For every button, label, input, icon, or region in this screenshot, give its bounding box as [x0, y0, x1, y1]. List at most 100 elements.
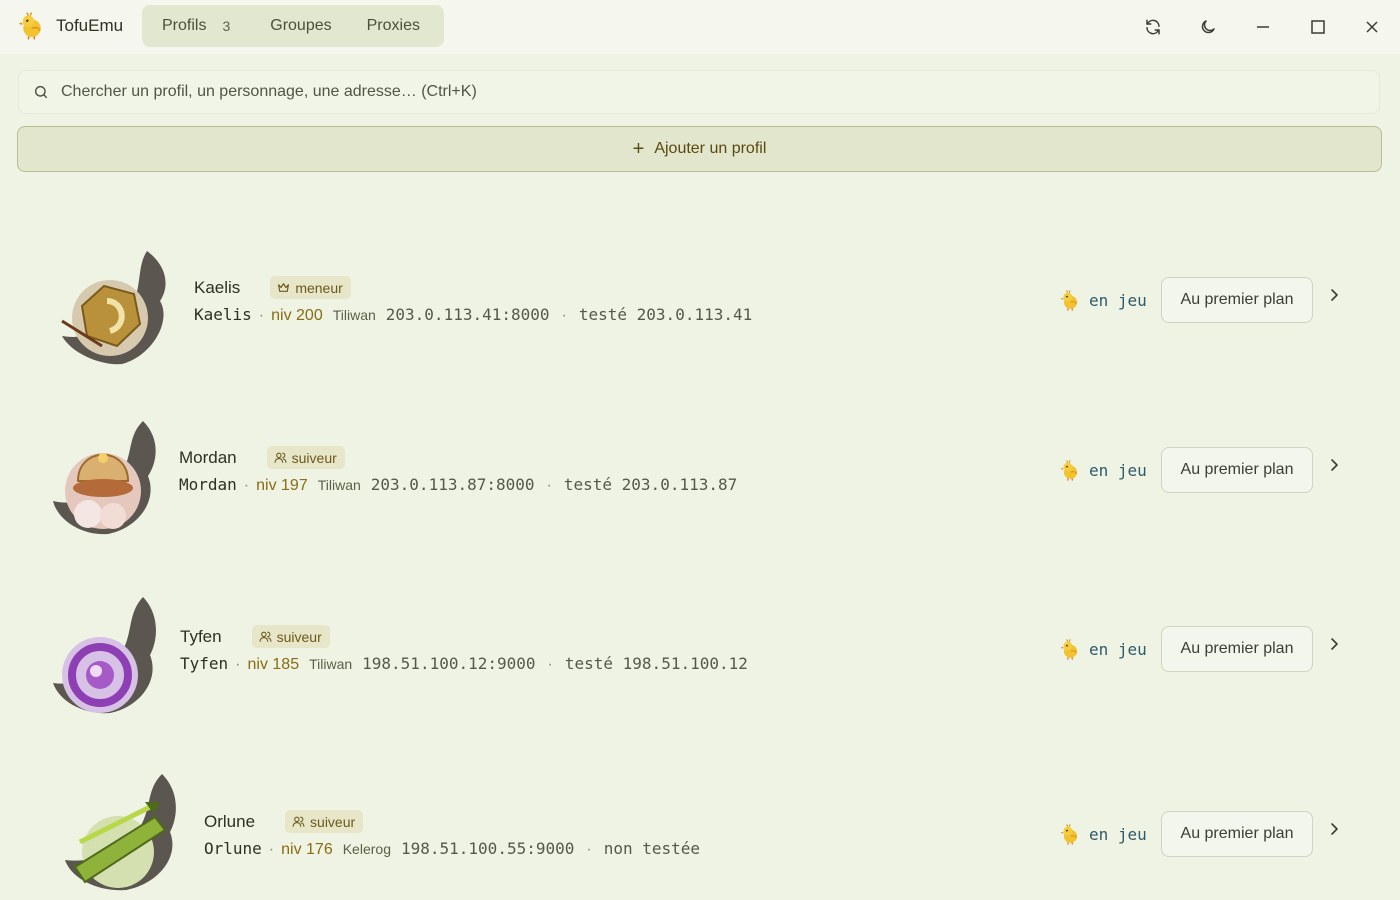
test-status: testé 203.0.113.41 — [578, 305, 753, 324]
role-badge: suiveur — [285, 810, 364, 833]
status-label: en jeu — [1089, 825, 1147, 844]
profile-info-line: Orlune · niv 176 Kelerog 198.51.100.55:9… — [204, 839, 700, 859]
proxy-address: 198.51.100.55:9000 — [400, 839, 575, 858]
separator: · — [547, 656, 553, 673]
separator: · — [268, 841, 275, 858]
proxy-address: 198.51.100.12:9000 — [362, 654, 536, 673]
role-badge: suiveur — [251, 625, 330, 648]
profile-row[interactable]: Mordan suiveur Mordan · niv 197 Tiliwan … — [0, 410, 1400, 540]
profile-count-badge: 3 — [222, 18, 231, 34]
tofu-status-icon — [1060, 639, 1081, 660]
character-name: Tyfen — [180, 654, 229, 673]
character-level: niv 197 — [256, 477, 308, 494]
separator: · — [258, 307, 265, 324]
profile-name-line: Kaelis meneur — [194, 276, 351, 299]
avatar — [53, 597, 156, 714]
close-button[interactable] — [1359, 14, 1385, 40]
profile-name: Kaelis — [194, 277, 241, 297]
tab-groupes[interactable]: Groupes — [270, 17, 331, 35]
crown-icon — [278, 283, 290, 292]
profile-name-line: Tyfen suiveur — [180, 625, 330, 648]
chevron-right-icon[interactable] — [1326, 457, 1342, 473]
character-name: Kaelis — [194, 305, 252, 324]
search-icon — [33, 84, 49, 100]
foreground-button[interactable]: Au premier plan — [1161, 277, 1313, 323]
profile-name: Tyfen — [180, 626, 222, 646]
separator: · — [586, 841, 592, 858]
role-label: suiveur — [276, 628, 322, 645]
profile-info-line: Mordan · niv 197 Tiliwan 203.0.113.87:80… — [179, 475, 737, 495]
profile-row[interactable]: Kaelis meneur Kaelis · niv 200 Tiliwan 2… — [0, 240, 1400, 370]
game-status: en jeu — [1060, 639, 1147, 660]
role-label: suiveur — [291, 449, 337, 466]
refresh-icon — [1146, 19, 1160, 35]
tofu-status-icon — [1060, 290, 1081, 311]
foreground-button[interactable]: Au premier plan — [1161, 626, 1313, 672]
theme-toggle-button[interactable] — [1195, 14, 1221, 40]
proxy-address: 203.0.113.41:8000 — [385, 305, 550, 324]
status-label: en jeu — [1089, 640, 1147, 659]
foreground-button[interactable]: Au premier plan — [1161, 447, 1313, 493]
role-label: suiveur — [310, 813, 356, 830]
profile-info-line: Tyfen · niv 185 Tiliwan 198.51.100.12:90… — [180, 654, 748, 674]
search-input[interactable] — [59, 82, 1263, 102]
refresh-button[interactable] — [1140, 14, 1166, 40]
chevron-right-icon[interactable] — [1326, 636, 1342, 652]
avatar — [61, 251, 166, 365]
close-icon — [1366, 21, 1378, 33]
separator: · — [546, 477, 552, 494]
search-bar — [18, 70, 1380, 114]
server-name: Tiliwan — [309, 656, 353, 672]
profile-row[interactable]: Orlune suiveur Orlune · niv 176 Kelerog … — [0, 770, 1400, 900]
role-badge: meneur — [270, 276, 351, 299]
maximize-icon — [1311, 20, 1325, 34]
moon-icon — [1201, 20, 1215, 34]
tab-groupes-label: Groupes — [270, 17, 332, 34]
add-profile-button[interactable]: + Ajouter un profil — [17, 126, 1382, 172]
tofu-status-icon — [1060, 824, 1081, 845]
test-status: testé 198.51.100.12 — [564, 654, 748, 673]
tab-profils-label: Profils — [162, 17, 207, 34]
tab-profils[interactable]: Profils 3 — [162, 17, 230, 35]
character-name: Mordan — [179, 475, 237, 494]
chevron-right-icon[interactable] — [1326, 821, 1342, 837]
profile-row[interactable]: Tyfen suiveur Tyfen · niv 185 Tiliwan 19… — [0, 589, 1400, 719]
foreground-button[interactable]: Au premier plan — [1161, 811, 1313, 857]
maximize-button[interactable] — [1305, 14, 1331, 40]
users-icon — [274, 452, 287, 463]
proxy-address: 203.0.113.87:8000 — [370, 475, 535, 494]
avatar — [65, 774, 176, 891]
tab-proxies[interactable]: Proxies — [367, 17, 420, 35]
app-name: TofuEmu — [56, 16, 124, 35]
separator: · — [243, 477, 250, 494]
users-icon — [259, 631, 272, 642]
tab-proxies-label: Proxies — [366, 17, 420, 34]
tofu-logo-icon — [18, 12, 46, 40]
server-name: Tiliwan — [317, 477, 361, 493]
server-name: Tiliwan — [332, 307, 376, 323]
plus-icon: + — [632, 138, 645, 160]
game-status: en jeu — [1060, 460, 1147, 481]
separator: · — [561, 307, 567, 324]
chevron-right-icon[interactable] — [1326, 287, 1342, 303]
separator: · — [235, 656, 241, 673]
character-level: niv 185 — [247, 656, 300, 673]
users-icon — [292, 816, 305, 827]
minimize-button[interactable] — [1250, 14, 1276, 40]
profile-name: Orlune — [204, 811, 256, 831]
profile-name-line: Orlune suiveur — [204, 810, 364, 833]
title-bar: TofuEmu Profils 3 Groupes Proxies — [0, 0, 1400, 54]
test-status: non testée — [603, 839, 701, 858]
game-status: en jeu — [1060, 290, 1147, 311]
tofu-status-icon — [1060, 460, 1081, 481]
add-profile-label: Ajouter un profil — [654, 140, 767, 157]
test-status: testé 203.0.113.87 — [563, 475, 738, 494]
game-status: en jeu — [1060, 824, 1147, 845]
nav-tabs: Profils 3 Groupes Proxies — [142, 5, 444, 47]
minimize-icon — [1257, 26, 1269, 28]
profile-name: Mordan — [179, 447, 237, 467]
profile-name-line: Mordan suiveur — [179, 446, 345, 469]
role-badge: suiveur — [266, 446, 345, 469]
role-label: meneur — [295, 279, 343, 296]
profile-info-line: Kaelis · niv 200 Tiliwan 203.0.113.41:80… — [194, 305, 752, 325]
